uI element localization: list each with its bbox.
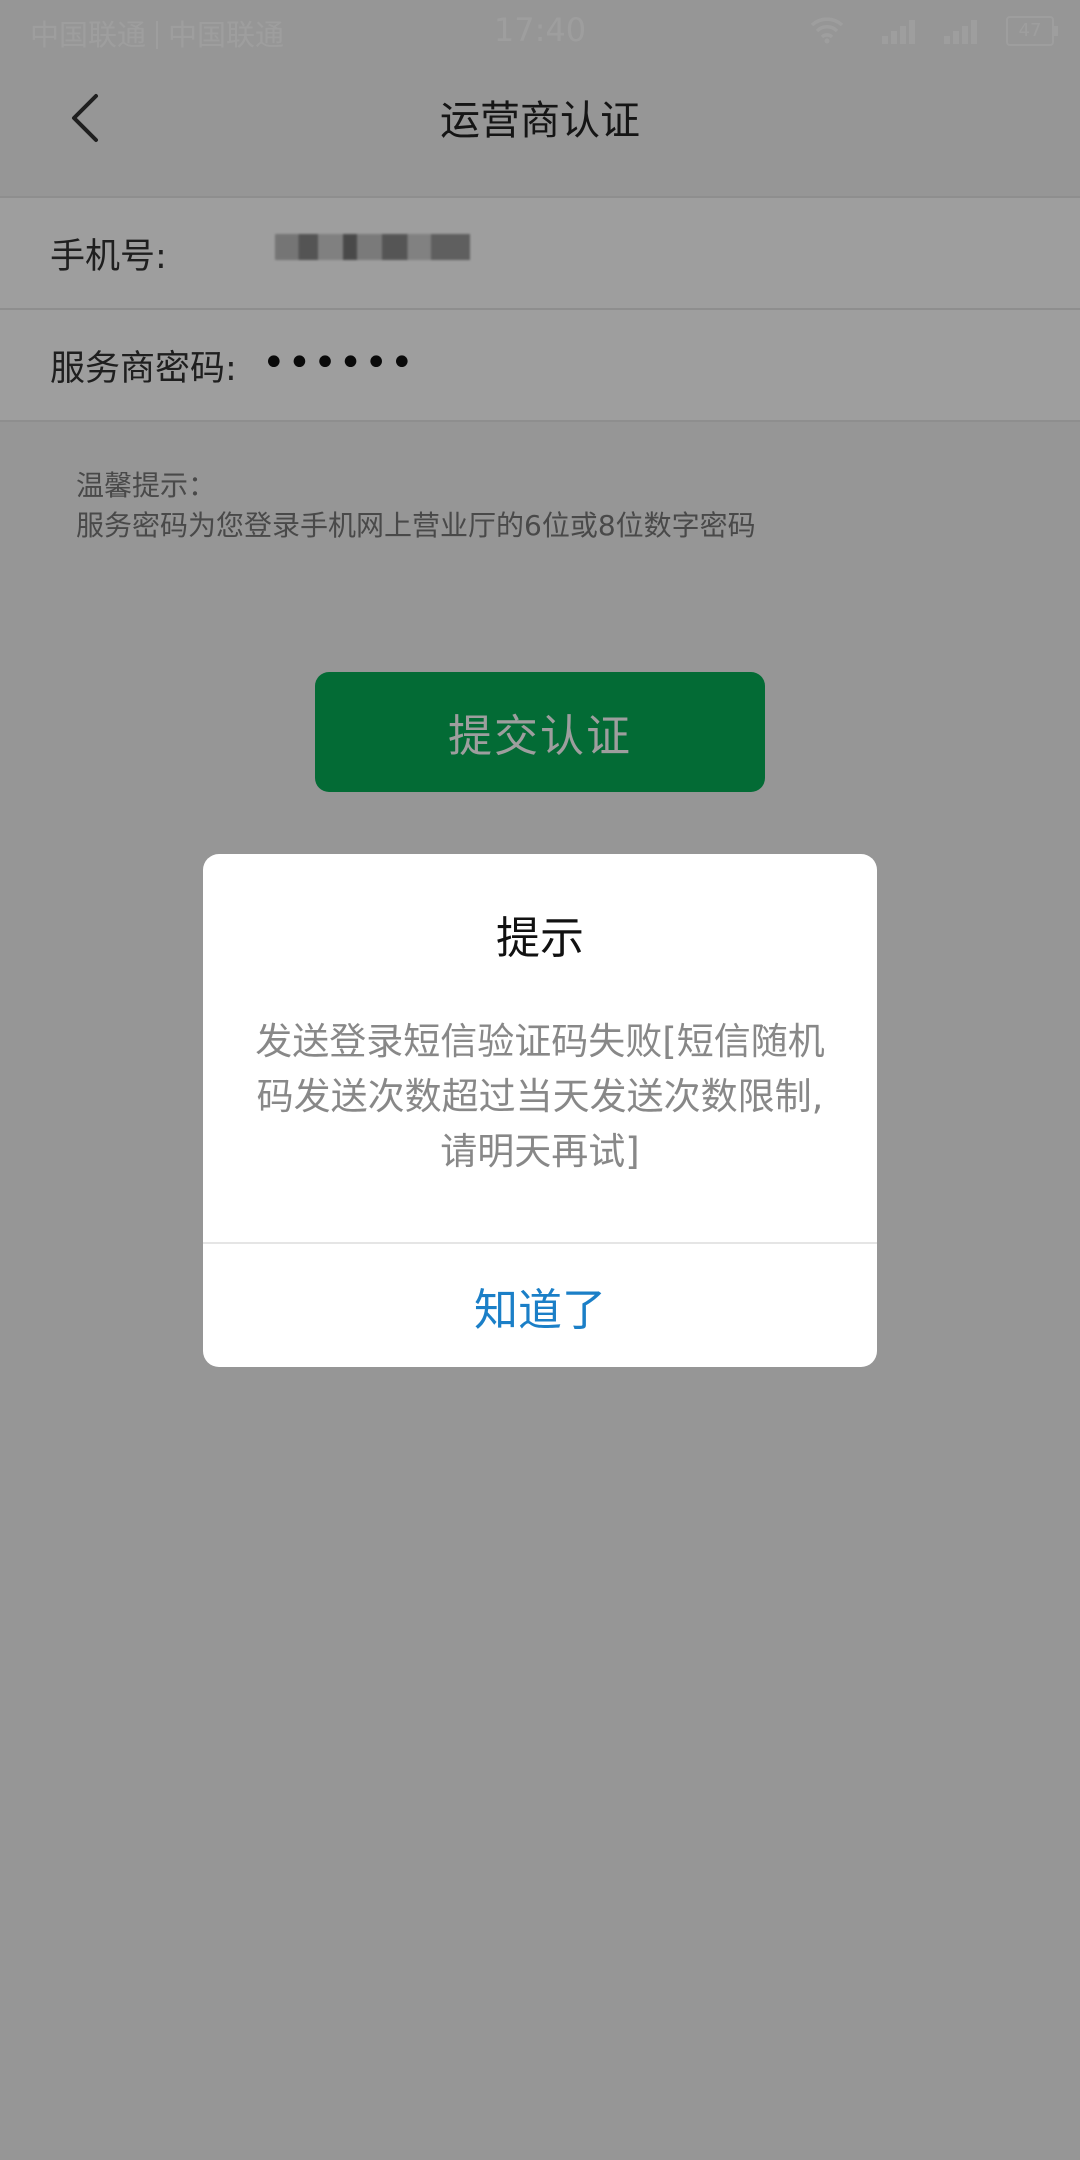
dialog-ok-button[interactable]: 知道了: [203, 1244, 877, 1367]
alert-dialog: 提示 发送登录短信验证码失败[短信随机码发送次数超过当天发送次数限制,请明天再试…: [203, 854, 877, 1367]
dialog-title: 提示: [496, 913, 584, 964]
dialog-message: 发送登录短信验证码失败[短信随机码发送次数超过当天发送次数限制,请明天再试]: [255, 1020, 825, 1173]
